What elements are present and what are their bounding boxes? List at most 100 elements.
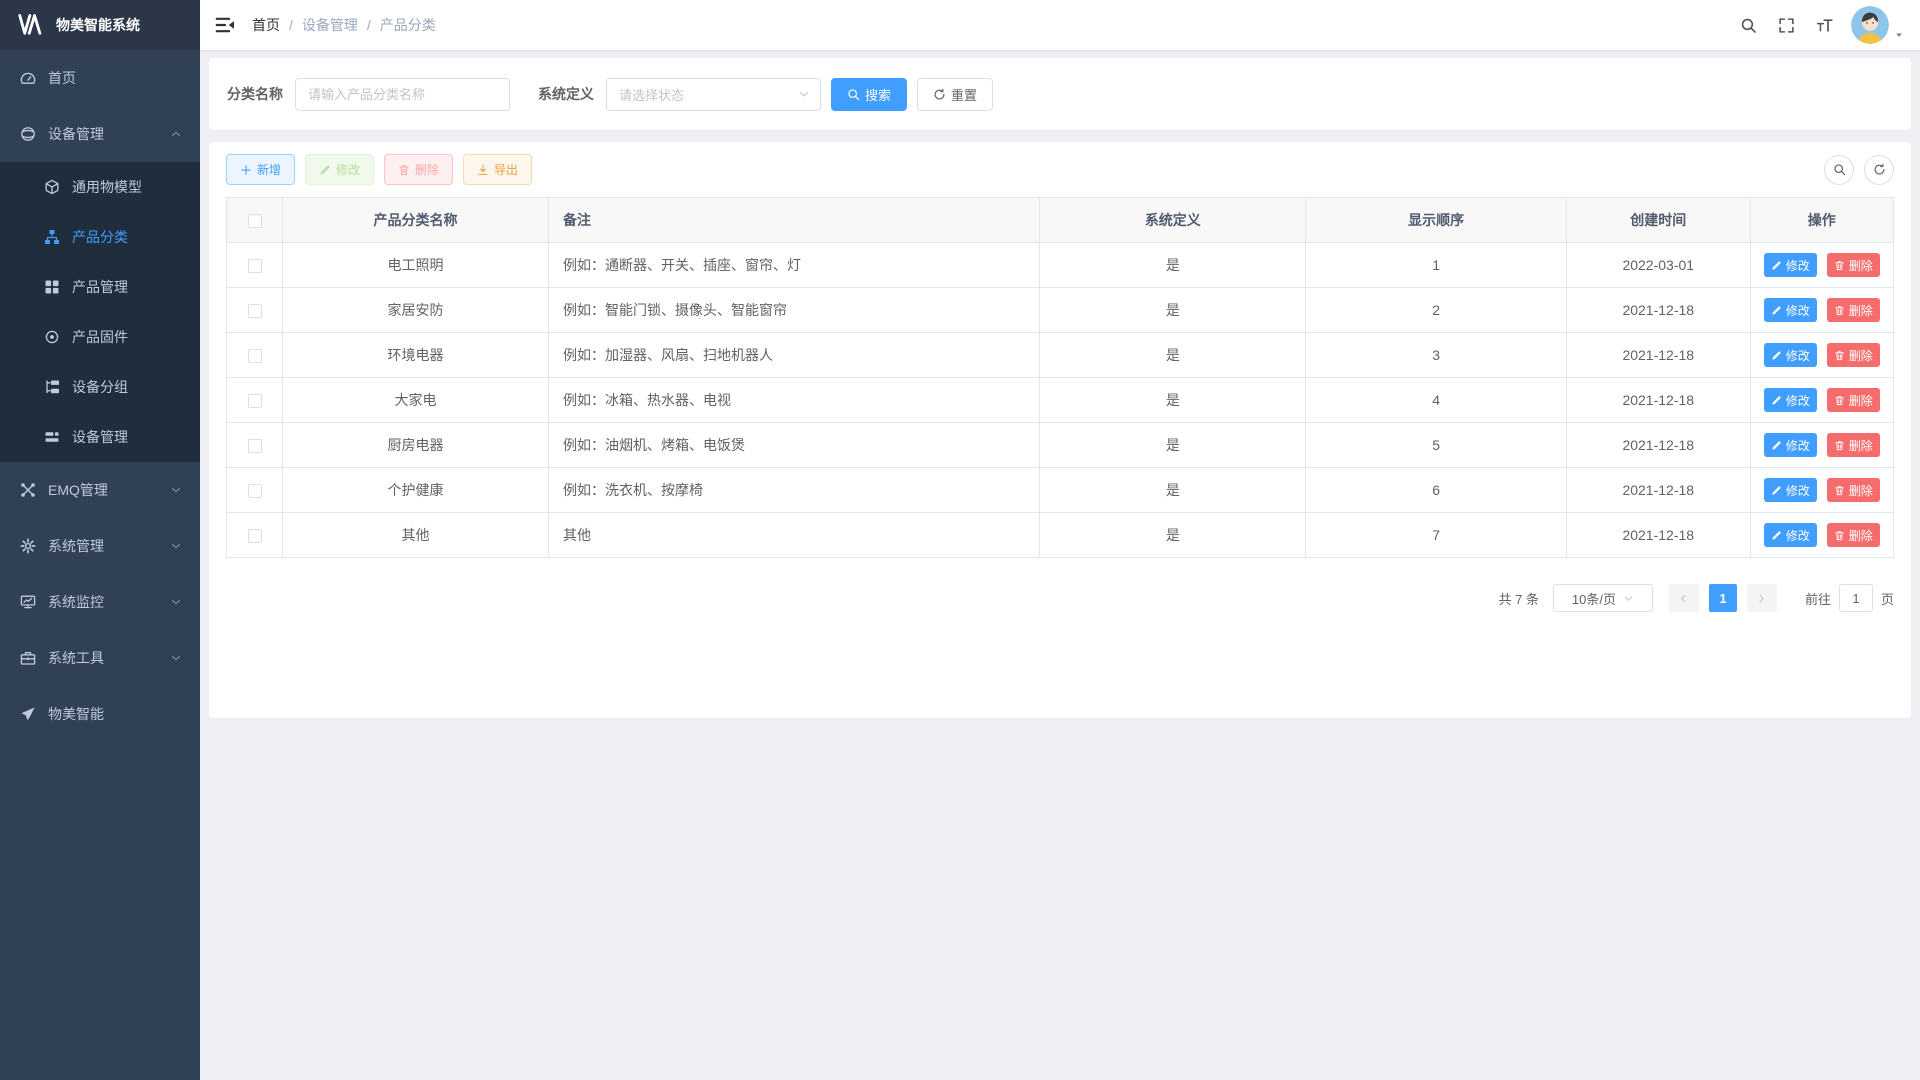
- sidebar-item-product-firmware[interactable]: 产品固件: [0, 312, 200, 362]
- row-edit-button[interactable]: 修改: [1764, 433, 1817, 457]
- product-category-table: 产品分类名称 备注 系统定义 显示顺序 创建时间 操作 电工照明 例如：通断器: [226, 197, 1894, 558]
- cell-order: 2: [1306, 288, 1567, 333]
- cell-system-defined: 是: [1040, 288, 1306, 333]
- delete-icon: [1834, 395, 1845, 406]
- prev-page-button[interactable]: [1669, 584, 1699, 612]
- cell-system-defined: 是: [1040, 243, 1306, 288]
- sidebar-item-system-tools[interactable]: 系统工具: [0, 630, 200, 686]
- device-list-icon: [44, 429, 60, 445]
- product-icon: [44, 279, 60, 295]
- table-row: 厨房电器 例如：油烟机、烤箱、电饭煲 是 5 2021-12-18 修改删除: [227, 423, 1894, 468]
- sidebar-item-device-list[interactable]: 设备管理: [0, 412, 200, 462]
- row-delete-button[interactable]: 删除: [1827, 253, 1880, 277]
- row-checkbox[interactable]: [248, 349, 262, 363]
- page-size-select[interactable]: 10条/页: [1553, 584, 1653, 612]
- fullscreen-button[interactable]: [1773, 12, 1799, 38]
- select-all-checkbox[interactable]: [248, 214, 262, 228]
- cell-category-name: 电工照明: [283, 243, 549, 288]
- group-icon: [44, 379, 60, 395]
- column-header-name: 产品分类名称: [283, 198, 549, 243]
- cell-category-name: 家居安防: [283, 288, 549, 333]
- sidebar-item-thing-model[interactable]: 通用物模型: [0, 162, 200, 212]
- row-edit-button[interactable]: 修改: [1764, 388, 1817, 412]
- user-menu[interactable]: [1851, 6, 1904, 44]
- sidebar: 物美智能系统 首页 设备管理 通用物模型 产品分类: [0, 0, 200, 1080]
- refresh-button[interactable]: [1864, 155, 1894, 185]
- pagination-goto: 前往 页: [1805, 584, 1894, 612]
- edit-icon: [1771, 260, 1782, 271]
- delete-button[interactable]: 删除: [384, 154, 453, 185]
- device-management-icon: [20, 126, 36, 142]
- row-checkbox[interactable]: [248, 529, 262, 543]
- sidebar-item-device-management[interactable]: 设备管理: [0, 106, 200, 162]
- reset-button[interactable]: 重置: [917, 78, 993, 111]
- row-checkbox[interactable]: [248, 439, 262, 453]
- row-delete-button[interactable]: 删除: [1827, 478, 1880, 502]
- edit-icon: [1771, 395, 1782, 406]
- column-header-created: 创建时间: [1567, 198, 1751, 243]
- table-row: 环境电器 例如：加湿器、风扇、扫地机器人 是 3 2021-12-18 修改删除: [227, 333, 1894, 378]
- font-size-button[interactable]: [1811, 12, 1837, 38]
- system-defined-select[interactable]: 请选择状态: [606, 78, 821, 111]
- page-number-current[interactable]: 1: [1709, 584, 1737, 612]
- cell-category-name: 环境电器: [283, 333, 549, 378]
- sidebar-item-label: 物美智能: [48, 704, 104, 724]
- cell-order: 3: [1306, 333, 1567, 378]
- chevron-down-icon: [170, 652, 182, 664]
- fullscreen-icon: [1778, 17, 1795, 34]
- sidebar-fold-icon[interactable]: [214, 14, 236, 36]
- row-checkbox[interactable]: [248, 304, 262, 318]
- chevron-down-icon: [798, 88, 810, 100]
- refresh-icon: [933, 88, 946, 101]
- sidebar-item-label: 产品分类: [72, 227, 128, 247]
- row-delete-button[interactable]: 删除: [1827, 298, 1880, 322]
- goto-page-input[interactable]: [1839, 584, 1873, 612]
- device-management-submenu: 通用物模型 产品分类 产品管理 产品固件 设备分组: [0, 162, 200, 462]
- breadcrumb-home[interactable]: 首页: [252, 15, 280, 35]
- category-icon: [44, 229, 60, 245]
- sidebar-item-home[interactable]: 首页: [0, 50, 200, 106]
- row-delete-button[interactable]: 删除: [1827, 343, 1880, 367]
- cell-system-defined: 是: [1040, 513, 1306, 558]
- sidebar-item-product-management[interactable]: 产品管理: [0, 262, 200, 312]
- table-row: 电工照明 例如：通断器、开关、插座、窗帘、灯 是 1 2022-03-01 修改…: [227, 243, 1894, 288]
- sidebar-item-device-group[interactable]: 设备分组: [0, 362, 200, 412]
- edit-button[interactable]: 修改: [305, 154, 374, 185]
- edit-icon: [1771, 440, 1782, 451]
- add-button[interactable]: 新增: [226, 154, 295, 185]
- search-form-card: 分类名称 系统定义 请选择状态 搜索 重置: [209, 58, 1911, 130]
- row-delete-button[interactable]: 删除: [1827, 433, 1880, 457]
- row-delete-button[interactable]: 删除: [1827, 523, 1880, 547]
- row-checkbox[interactable]: [248, 394, 262, 408]
- app-window: 物美智能系统 首页 设备管理 通用物模型 产品分类: [0, 0, 1920, 1080]
- sidebar-item-emq[interactable]: EMQ管理: [0, 462, 200, 518]
- sidebar-item-system-management[interactable]: 系统管理: [0, 518, 200, 574]
- caret-down-icon: [1894, 30, 1904, 40]
- breadcrumb-separator: /: [289, 17, 293, 33]
- logo[interactable]: 物美智能系统: [0, 0, 200, 50]
- category-name-input[interactable]: [295, 78, 510, 111]
- table-row: 大家电 例如：冰箱、热水器、电视 是 4 2021-12-18 修改删除: [227, 378, 1894, 423]
- row-delete-button[interactable]: 删除: [1827, 388, 1880, 412]
- sidebar-item-system-monitor[interactable]: 系统监控: [0, 574, 200, 630]
- row-edit-button[interactable]: 修改: [1764, 253, 1817, 277]
- row-checkbox[interactable]: [248, 484, 262, 498]
- chevron-up-icon: [170, 128, 182, 140]
- export-button[interactable]: 导出: [463, 154, 532, 185]
- row-checkbox[interactable]: [248, 259, 262, 273]
- font-size-icon: [1816, 17, 1833, 34]
- row-edit-button[interactable]: 修改: [1764, 343, 1817, 367]
- header-search-button[interactable]: [1735, 12, 1761, 38]
- row-edit-button[interactable]: 修改: [1764, 478, 1817, 502]
- search-button[interactable]: 搜索: [831, 78, 907, 111]
- sidebar-item-wumei-smart[interactable]: 物美智能: [0, 686, 200, 742]
- toggle-search-button[interactable]: [1824, 155, 1854, 185]
- pagination: 共 7 条 10条/页 1 前往 页: [226, 584, 1894, 612]
- sidebar-item-product-category[interactable]: 产品分类: [0, 212, 200, 262]
- sidebar-item-label: 设备管理: [72, 427, 128, 447]
- next-page-button[interactable]: [1747, 584, 1777, 612]
- row-edit-button[interactable]: 修改: [1764, 523, 1817, 547]
- row-edit-button[interactable]: 修改: [1764, 298, 1817, 322]
- table-row: 家居安防 例如：智能门锁、摄像头、智能窗帘 是 2 2021-12-18 修改删…: [227, 288, 1894, 333]
- download-icon: [477, 164, 489, 176]
